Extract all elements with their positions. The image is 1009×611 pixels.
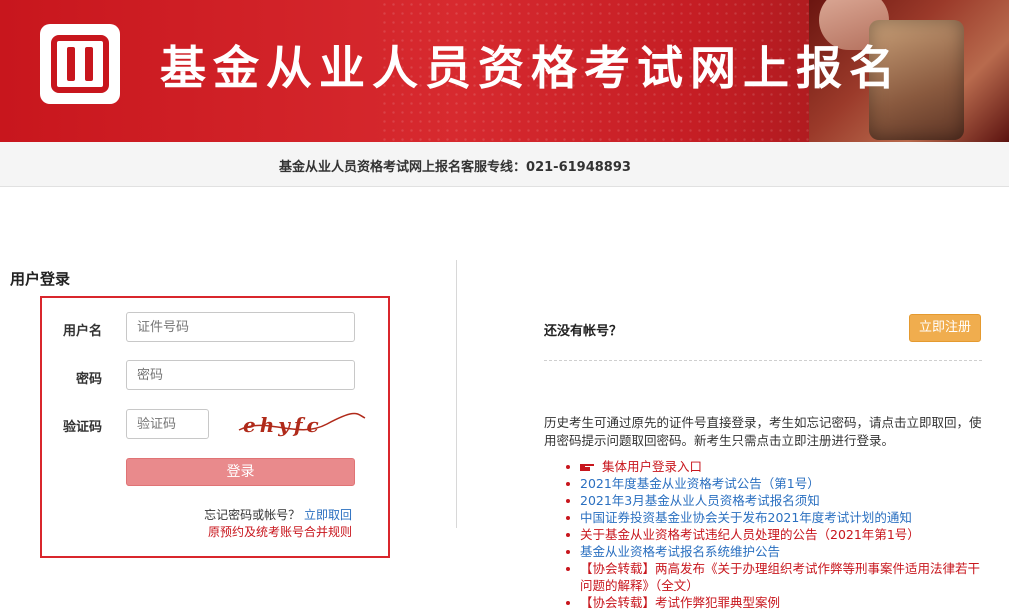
login-form: 用户名 密码 验证码 ehyfc 登录 忘记密码或帐号？ 立即取回 原预约及统考… bbox=[40, 296, 390, 558]
dashed-divider bbox=[544, 360, 982, 361]
list-item[interactable]: 2021年度基金从业资格考试公告（第1号） bbox=[566, 475, 986, 492]
list-item[interactable]: 集体用户登录入口 bbox=[566, 458, 986, 475]
hotline-text: 基金从业人员资格考试网上报名客服专线：021-61948893 bbox=[279, 160, 631, 175]
forgot-password: 忘记密码或帐号？ 立即取回 bbox=[204, 506, 352, 523]
list-item[interactable]: 关于基金从业资格考试违纪人员处理的公告（2021年第1号） bbox=[566, 526, 986, 543]
forgot-text: 忘记密码或帐号？ bbox=[204, 508, 301, 522]
captcha-image[interactable]: ehyfc bbox=[237, 406, 367, 442]
login-section-title: 用户登录 bbox=[10, 270, 71, 288]
captcha-input[interactable] bbox=[126, 409, 209, 439]
news-link[interactable]: 集体用户登录入口 bbox=[602, 459, 702, 474]
pointing-hand-icon bbox=[580, 464, 594, 471]
password-input[interactable] bbox=[126, 360, 355, 390]
divider bbox=[456, 260, 457, 528]
login-button[interactable]: 登录 bbox=[126, 458, 355, 486]
list-item[interactable]: 【协会转载】考试作弊犯罪典型案例 bbox=[566, 594, 986, 611]
logo-icon bbox=[51, 35, 109, 93]
username-input[interactable] bbox=[126, 312, 355, 342]
hotline-bar: 基金从业人员资格考试网上报名客服专线：021-61948893 bbox=[0, 142, 1009, 187]
username-label: 用户名 bbox=[62, 324, 102, 339]
password-label: 密码 bbox=[75, 372, 102, 387]
site-title: 基金从业人员资格考试网上报名 bbox=[160, 41, 902, 95]
recover-link[interactable]: 立即取回 bbox=[304, 508, 352, 522]
captcha-label: 验证码 bbox=[62, 420, 102, 435]
site-logo[interactable] bbox=[40, 24, 120, 104]
register-button[interactable]: 立即注册 bbox=[909, 314, 981, 342]
list-item[interactable]: 中国证券投资基金业协会关于发布2021年度考试计划的通知 bbox=[566, 509, 986, 526]
list-item[interactable]: 【协会转载】两高发布《关于办理组织考试作弊等刑事案件适用法律若干问题的解释》（全… bbox=[566, 560, 986, 594]
merge-rules-link[interactable]: 原预约及统考账号合并规则 bbox=[208, 523, 352, 540]
header-banner: 基金从业人员资格考试网上报名 bbox=[0, 0, 1009, 142]
list-item[interactable]: 2021年3月基金从业人员资格考试报名须知 bbox=[566, 492, 986, 509]
list-item[interactable]: 基金从业资格考试报名系统维护公告 bbox=[566, 543, 986, 560]
captcha-text: ehyfc bbox=[243, 413, 323, 437]
no-account-prompt: 还没有帐号？ bbox=[544, 324, 623, 339]
login-instructions: 历史考生可通过原先的证件号直接登录，考生如忘记密码，请点击立即取回，使用密码提示… bbox=[544, 415, 982, 448]
news-list: 集体用户登录入口 2021年度基金从业资格考试公告（第1号） 2021年3月基金… bbox=[566, 458, 986, 611]
